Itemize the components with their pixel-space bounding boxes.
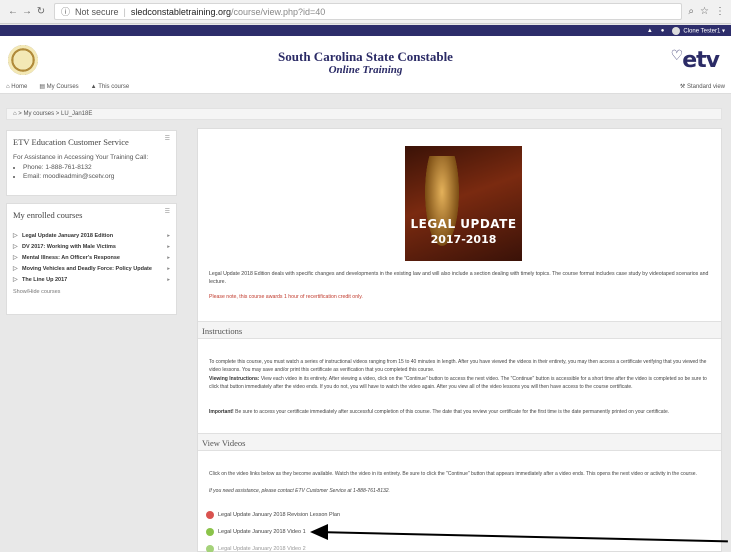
- course-item[interactable]: ▷ Legal Update January 2018 Edition ▸: [13, 230, 170, 241]
- activity-video-1[interactable]: Legal Update January 2018 Video 1: [206, 528, 306, 536]
- course-description: Legal Update 2018 Edition deals with spe…: [209, 271, 709, 285]
- user-bar: ▲ ● Clone Tester1 ▾: [0, 25, 731, 36]
- sitemap-icon: ▲: [90, 83, 97, 90]
- course-icon: ▷: [13, 266, 18, 272]
- support-intro: For Assistance in Accessing Your Trainin…: [13, 154, 149, 161]
- cover-title: LEGAL UPDATE: [410, 217, 517, 231]
- bookmark-star-icon[interactable]: ☆: [700, 6, 709, 17]
- breadcrumb-path[interactable]: My courses > LU_Jan18E: [23, 111, 92, 117]
- course-content: LEGAL UPDATE 2017-2018 Legal Update 2018…: [197, 128, 722, 552]
- view-videos-heading: View Videos: [198, 433, 721, 451]
- nav-my-courses[interactable]: ▤ My Courses: [39, 83, 78, 90]
- customer-service-block: ☰ ETV Education Customer Service For Ass…: [6, 130, 177, 196]
- pdf-icon: [206, 511, 214, 519]
- user-menu[interactable]: Clone Tester1 ▾: [672, 26, 725, 35]
- chevron-right-icon: ▸: [167, 265, 170, 272]
- security-label: Not secure: [75, 6, 119, 17]
- url-path: /course/view.php?id=40: [230, 6, 326, 17]
- chevron-right-icon: ▸: [167, 276, 170, 283]
- important-note: Important! Be sure to access your certif…: [209, 409, 670, 415]
- activity-lesson-plan[interactable]: Legal Update January 2018 Revision Lesso…: [206, 511, 340, 519]
- support-email[interactable]: Email: moodleadmin@scetv.org: [23, 173, 170, 180]
- home-icon[interactable]: ⌂: [13, 111, 17, 117]
- block-actions-icon[interactable]: ☰: [165, 208, 170, 215]
- course-icon: ▷: [13, 233, 18, 239]
- instructions-heading: Instructions: [198, 321, 721, 339]
- browser-menu-icon[interactable]: ⋮: [715, 6, 725, 17]
- courses-icon: ▤: [39, 84, 45, 90]
- avatar: [672, 26, 681, 35]
- support-phone: Phone: 1-888-761-8132: [23, 164, 170, 171]
- course-icon: ▷: [13, 255, 18, 261]
- etv-logo[interactable]: ♡etv: [671, 48, 720, 73]
- home-icon: ⌂: [6, 83, 10, 90]
- nav-bar: ⌂ Home ▤ My Courses ▲ This course ⚒ Stan…: [0, 80, 731, 94]
- wrench-icon: ⚒: [679, 84, 686, 90]
- zoom-icon[interactable]: ⌕: [688, 6, 694, 17]
- nav-home[interactable]: ⌂ Home: [6, 84, 27, 90]
- block-actions-icon[interactable]: ☰: [165, 135, 170, 142]
- course-icon: ▷: [13, 244, 18, 250]
- browser-toolbar: ← → ↻ ⓘ Not secure | sledconstabletraini…: [0, 0, 731, 24]
- chevron-right-icon: ▸: [167, 232, 170, 239]
- chevron-right-icon: ▸: [167, 243, 170, 250]
- standard-view-link[interactable]: ⚒ Standard view: [680, 83, 725, 90]
- cover-years: 2017-2018: [430, 233, 497, 246]
- site-subtitle: Online Training: [328, 64, 403, 76]
- credit-note: Please note, this course awards 1 hour o…: [209, 294, 363, 300]
- instructions-paragraph: To complete this course, you must watch …: [209, 359, 707, 373]
- site-header: South Carolina State Constable Online Tr…: [0, 36, 731, 86]
- videos-instructions: Click on the video links below as they b…: [209, 471, 697, 477]
- forward-icon[interactable]: →: [20, 6, 34, 17]
- course-icon: ▷: [13, 277, 18, 283]
- user-name: Clone Tester1: [683, 28, 721, 35]
- block-title: My enrolled courses: [13, 210, 83, 220]
- messages-icon[interactable]: ●: [661, 28, 665, 34]
- viewing-instructions: Viewing Instructions: View each video in…: [209, 376, 707, 390]
- breadcrumb: ⌂ > My courses > LU_Jan18E: [6, 108, 722, 120]
- course-cover-image: LEGAL UPDATE 2017-2018: [405, 146, 522, 261]
- annotation-arrow-head: [310, 524, 328, 540]
- nav-this-course[interactable]: ▲ This course: [91, 84, 130, 90]
- block-title: ETV Education Customer Service: [13, 137, 129, 147]
- video-icon: [206, 528, 214, 536]
- notifications-icon[interactable]: ▲: [647, 28, 653, 34]
- course-item[interactable]: ▷ The Line Up 2017 ▸: [13, 274, 170, 285]
- address-bar[interactable]: ⓘ Not secure | sledconstabletraining.org…: [54, 3, 683, 20]
- divider: |: [123, 6, 126, 17]
- video-icon: [206, 545, 214, 552]
- course-item[interactable]: ▷ DV 2017: Working with Male Victims ▸: [13, 241, 170, 252]
- reload-icon[interactable]: ↻: [34, 6, 48, 17]
- chevron-right-icon: ▸: [167, 254, 170, 261]
- course-item[interactable]: ▷ Mental Illness: An Officer's Response ▸: [13, 252, 170, 263]
- show-hide-courses-link[interactable]: Show/Hide courses: [13, 289, 170, 295]
- activity-video-2[interactable]: Legal Update January 2018 Video 2: [206, 545, 306, 552]
- enrolled-courses-block: ☰ My enrolled courses ▷ Legal Update Janu…: [6, 203, 177, 315]
- site-title: South Carolina State Constable: [278, 49, 453, 64]
- course-item[interactable]: ▷ Moving Vehicles and Deadly Force: Polic…: [13, 263, 170, 274]
- videos-assistance: If you need assistance, please contact E…: [209, 488, 390, 494]
- url-domain: sledconstabletraining.org: [130, 6, 231, 17]
- back-icon[interactable]: ←: [6, 6, 20, 17]
- info-icon[interactable]: ⓘ: [61, 5, 70, 18]
